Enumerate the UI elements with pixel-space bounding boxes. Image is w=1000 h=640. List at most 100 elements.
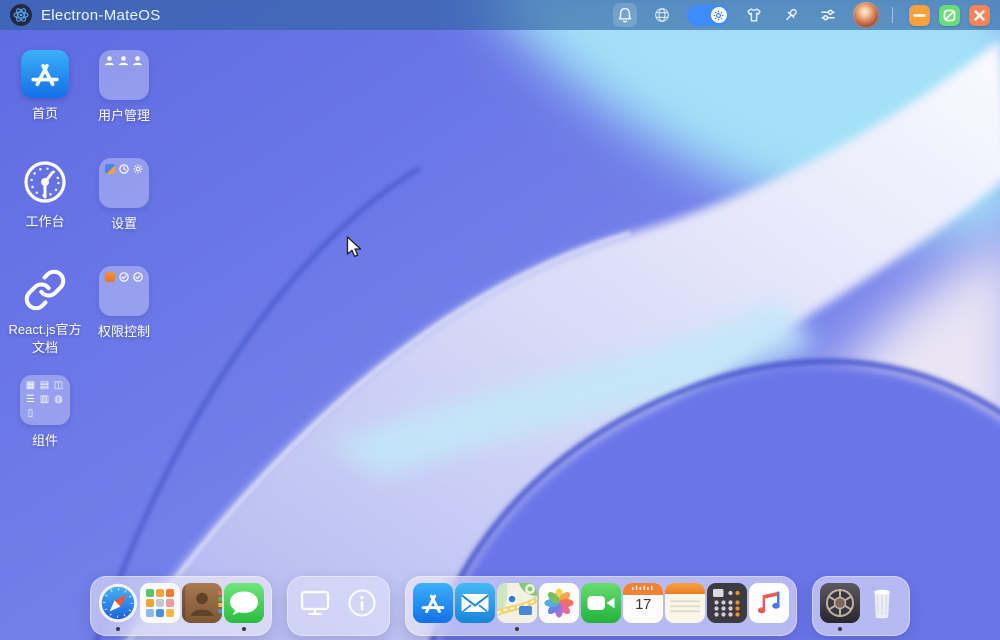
dock-about-info[interactable]	[342, 583, 382, 627]
dock-segment-system	[287, 576, 390, 636]
top-bar-branding: Electron-MateOS	[10, 4, 161, 26]
check-circle-icon	[132, 271, 143, 282]
desktop-icon-label: 设置	[111, 215, 137, 233]
permission-folder-icon	[99, 266, 149, 316]
desktop-icon-workbench[interactable]: 工作台	[13, 158, 77, 231]
preferences-sliders-icon[interactable]	[816, 3, 840, 27]
running-indicator	[838, 627, 842, 631]
contacts-icon	[182, 583, 222, 623]
dock-photos[interactable]	[539, 583, 579, 627]
window-icon: ◫	[53, 380, 64, 391]
app-chip-orange-icon	[104, 271, 115, 282]
top-bar: Electron-MateOS	[0, 0, 1000, 30]
running-indicator	[116, 627, 120, 631]
maximize-button[interactable]	[939, 5, 960, 26]
clock-icon	[118, 163, 129, 174]
dock-messages[interactable]	[224, 583, 264, 627]
user-icon	[132, 55, 143, 66]
theme-toggle[interactable]	[687, 5, 729, 26]
notes-icon	[665, 583, 705, 623]
system-settings-gears-icon	[820, 583, 860, 623]
dock-app-store[interactable]	[413, 583, 453, 627]
settings-folder-icon	[99, 158, 149, 208]
dock-display[interactable]	[295, 583, 335, 627]
dock-maps[interactable]	[497, 583, 537, 627]
electron-atom-logo-icon	[10, 4, 32, 26]
app-title: Electron-MateOS	[41, 7, 161, 24]
dock-safari[interactable]	[98, 583, 138, 627]
window-controls	[909, 5, 990, 26]
menu-icon: ☰	[25, 394, 36, 405]
dashboard-gauge-icon	[21, 158, 69, 206]
user-icon	[104, 55, 115, 66]
dock-calendar[interactable]: 17	[623, 583, 663, 627]
display-icon	[295, 583, 335, 623]
maps-icon	[497, 583, 537, 623]
top-bar-divider	[892, 7, 893, 23]
dock-segment-apps: 17	[405, 576, 797, 636]
launchpad-icon	[140, 583, 180, 623]
dock-notes[interactable]	[665, 583, 705, 627]
facetime-icon	[581, 583, 621, 623]
dock: 17	[90, 576, 910, 636]
minimize-button[interactable]	[909, 5, 930, 26]
dock-calculator[interactable]	[707, 583, 747, 627]
desktop-icon-react-docs[interactable]: React.js官方文档	[6, 266, 84, 356]
desktop-icon-home[interactable]: 首页	[13, 50, 77, 123]
check-circle-icon	[118, 271, 129, 282]
dock-mail[interactable]	[455, 583, 495, 627]
info-icon	[342, 583, 382, 623]
desktop-icon-label: 首页	[32, 105, 58, 123]
desktop-icon-components[interactable]: ▦ ▤ ◫ ☰ ▥ ◍ ▯ 组件	[13, 375, 77, 450]
mail-icon	[455, 583, 495, 623]
calendar-icon: 17	[623, 583, 663, 623]
running-indicator	[242, 627, 246, 631]
dock-launchpad[interactable]	[140, 583, 180, 627]
desktop-screen: Electron-MateOS	[0, 0, 1000, 640]
skin-shirt-icon[interactable]	[742, 3, 766, 27]
photos-icon	[539, 583, 579, 623]
calculator-icon	[707, 583, 747, 623]
trash-icon	[862, 583, 902, 623]
language-globe-icon[interactable]	[650, 3, 674, 27]
dock-segment-tray	[812, 576, 910, 636]
app-store-icon	[413, 583, 453, 623]
dock-segment-favorites	[90, 576, 272, 636]
notification-bell-icon[interactable]	[613, 3, 637, 27]
top-bar-actions	[613, 2, 990, 28]
dock-contacts[interactable]	[182, 583, 222, 627]
desktop-icon-label: 用户管理	[98, 107, 150, 125]
music-icon	[749, 583, 789, 623]
app-store-icon	[21, 50, 69, 98]
messages-icon	[224, 583, 264, 623]
spin-icon: ◍	[53, 394, 64, 405]
dock-system-settings[interactable]	[820, 583, 860, 627]
doc-icon: ▯	[25, 408, 36, 419]
dock-music[interactable]	[749, 583, 789, 627]
desktop-icon-permission-control[interactable]: 权限控制	[92, 266, 156, 341]
desktop-icon-settings[interactable]: 设置	[92, 158, 156, 233]
app-chip-icon	[104, 163, 115, 174]
list-icon: ▥	[39, 394, 50, 405]
pin-icon[interactable]	[779, 3, 803, 27]
calendar-day: 17	[623, 596, 663, 613]
user-icon	[118, 55, 129, 66]
desktop-icon-label: 权限控制	[98, 323, 150, 341]
close-button[interactable]	[969, 5, 990, 26]
user-avatar[interactable]	[853, 2, 879, 28]
dock-facetime[interactable]	[581, 583, 621, 627]
desktop-icon-label: 组件	[32, 432, 58, 450]
desktop-icon-user-management[interactable]: 用户管理	[92, 50, 156, 125]
dock-trash[interactable]	[862, 583, 902, 627]
toggle-knob-gear-icon	[711, 7, 727, 23]
running-indicator	[515, 627, 519, 631]
desktop-icon-label: React.js官方文档	[6, 321, 84, 356]
users-folder-icon	[99, 50, 149, 100]
table-icon: ▦	[25, 380, 36, 391]
card-icon: ▤	[39, 380, 50, 391]
gear-icon	[132, 163, 143, 174]
safari-icon	[98, 583, 138, 623]
components-folder-icon: ▦ ▤ ◫ ☰ ▥ ◍ ▯	[20, 375, 70, 425]
desktop-icon-label: 工作台	[25, 213, 64, 231]
link-icon	[21, 266, 69, 314]
